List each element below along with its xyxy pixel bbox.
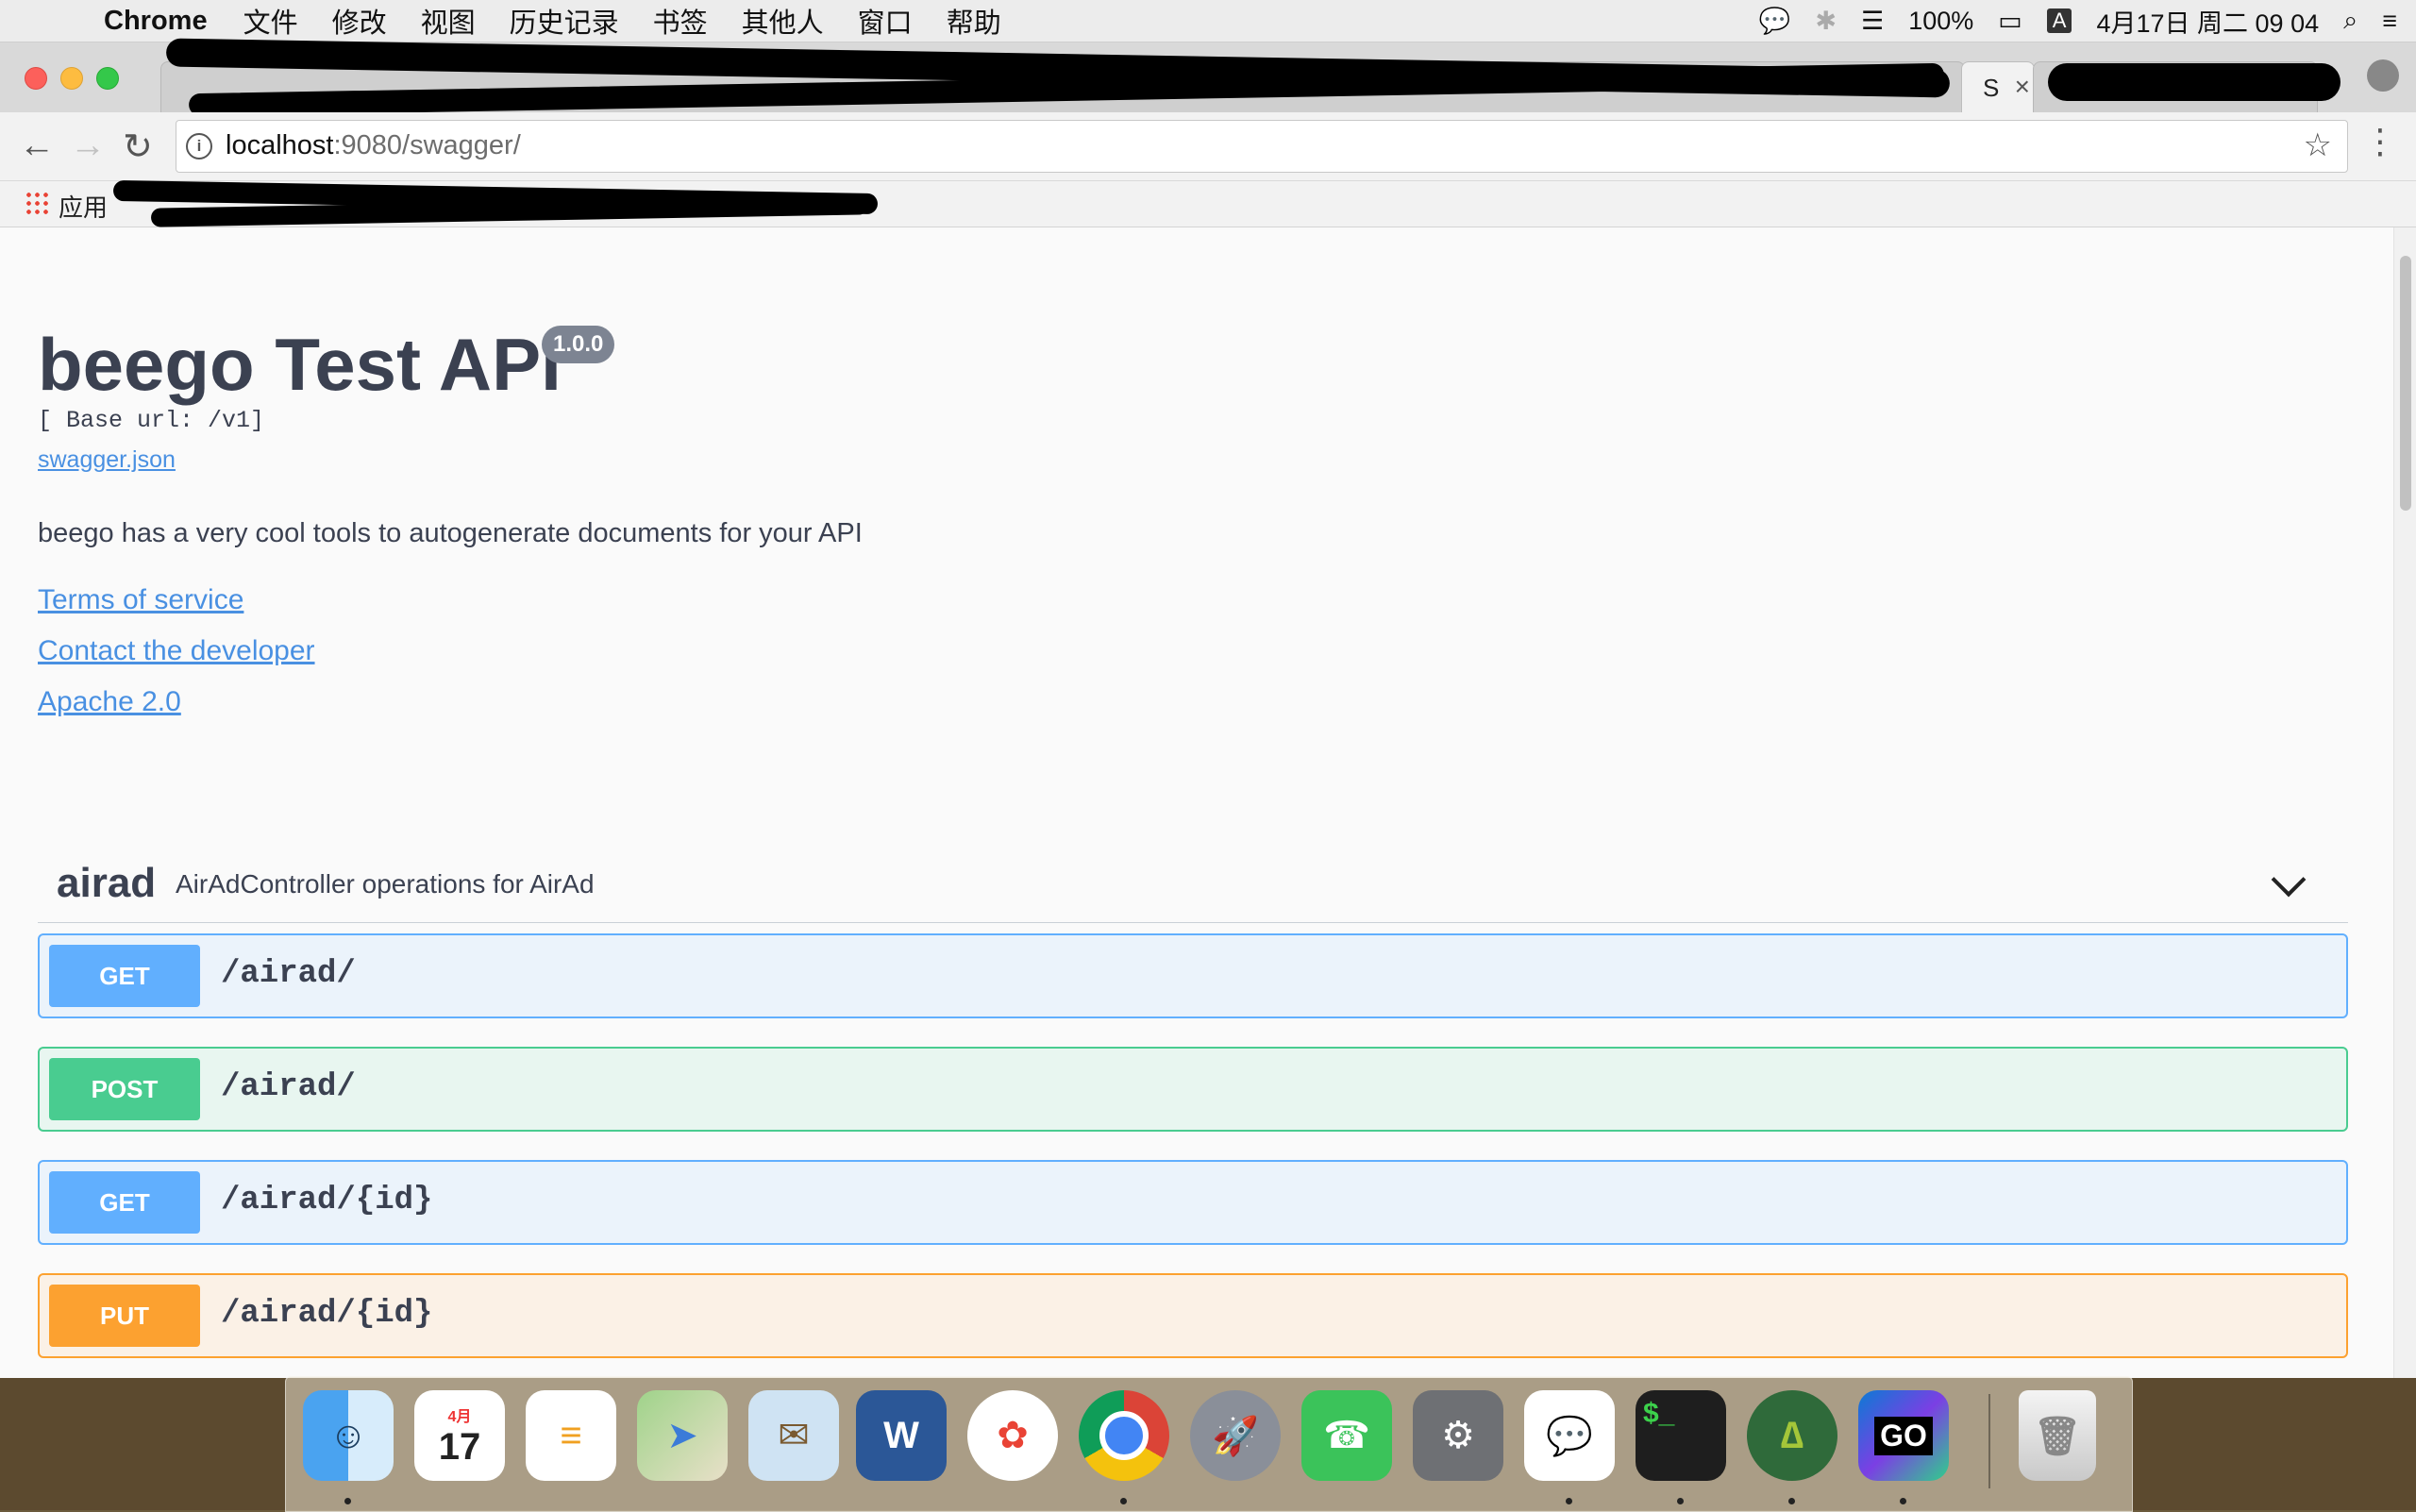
wechat-icon[interactable]: 💬 [1524,1390,1615,1481]
api-title: beego Test API [38,323,562,406]
redaction-scribble [2048,63,2340,101]
running-indicator [1120,1498,1127,1504]
spotlight-search-icon[interactable]: ⌕ [2343,6,2357,36]
base-url: [ Base url: /v1] [38,407,265,434]
operation-put-airad-id[interactable]: PUT /airad/{id} [38,1273,2348,1358]
browser-toolbar: ← → ↻ i localhost:9080/swagger/ ☆ ⋮ [0,112,2416,181]
menu-view[interactable]: 视图 [421,1,476,41]
status-area: 💬 ✱ ☰ 100% ▭ A 4月17日 周二 09 04 ⌕ ≡ [1759,0,2397,42]
terms-of-service-link[interactable]: Terms of service [38,584,243,616]
menu-file[interactable]: 文件 [243,1,298,41]
method-badge: PUT [49,1285,200,1347]
version-badge: 1.0.0 [542,326,615,363]
profile-avatar-icon[interactable] [2367,59,2399,92]
wifi-icon[interactable]: ☰ [1861,7,1884,36]
running-indicator [1788,1498,1795,1504]
menu-history[interactable]: 历史记录 [510,1,619,41]
terminal-prompt: $_ [1643,1398,1675,1429]
system-preferences-icon[interactable]: ⚙ [1413,1390,1503,1481]
word-icon[interactable]: W [856,1390,947,1481]
calendar-month: 4月 [447,1408,472,1425]
tag-name: airad [57,860,157,906]
android-studio-icon[interactable]: ∆ [1747,1390,1837,1481]
license-link[interactable]: Apache 2.0 [38,686,181,718]
chevron-down-icon[interactable] [2271,862,2307,898]
tab-active-swagger[interactable]: S × [1961,61,2035,113]
running-indicator [1677,1498,1684,1504]
reminders-icon[interactable]: ≡ [526,1390,616,1481]
goland-label: GO [1874,1416,1933,1455]
bluetooth-icon[interactable]: ✱ [1815,7,1837,36]
terminal-icon[interactable]: $_ [1636,1390,1726,1481]
notification-center-icon[interactable]: ≡ [2382,7,2397,36]
back-arrow-icon[interactable]: ← [19,126,55,166]
menu-bookmarks[interactable]: 书签 [653,1,708,41]
url-host: localhost [226,130,334,160]
window-zoom-button[interactable] [96,67,119,90]
apps-shortcut-label[interactable]: 应用 [59,189,108,224]
menu-people[interactable]: 其他人 [742,1,824,41]
chrome-icon-center [1099,1411,1149,1460]
running-indicator [1566,1498,1572,1504]
macos-dock: ☺ 4月 17 ≡ ➤ ✉ W ✿ 🚀 ☎ ⚙ 💬 $_ ∆ GO 🗑 [285,1376,2133,1512]
bookmarks-bar: 应用 [0,179,2416,227]
mail-icon[interactable]: ✉ [748,1390,839,1481]
scrollbar-thumb[interactable] [2400,256,2411,511]
window-close-button[interactable] [25,67,47,90]
running-indicator [344,1498,351,1504]
site-info-icon[interactable]: i [186,133,212,160]
clock[interactable]: 4月17日 周二 09 04 [2096,3,2319,40]
calendar-icon[interactable]: 4月 17 [414,1390,505,1481]
tag-section-header[interactable]: airad AirAdController operations for Air… [38,832,2348,923]
method-badge: GET [49,1171,200,1234]
battery-percent: 100% [1908,6,1974,35]
menu-help[interactable]: 帮助 [947,1,1001,41]
method-badge: GET [49,945,200,1007]
launchpad-icon[interactable]: 🚀 [1190,1390,1281,1481]
goland-icon[interactable]: GO [1858,1390,1949,1481]
forward-arrow-icon[interactable]: → [70,126,106,166]
url-path: :9080/swagger/ [333,130,521,160]
operation-get-airad[interactable]: GET /airad/ [38,933,2348,1018]
running-indicator [1900,1498,1906,1504]
method-badge: POST [49,1058,200,1120]
address-bar[interactable]: i localhost:9080/swagger/ ☆ [176,120,2348,173]
api-description: beego has a very cool tools to autogener… [38,518,863,548]
chrome-menu-icon[interactable]: ⋮ [2363,122,2397,161]
operation-path: /airad/ [221,956,356,992]
dock-separator [1988,1394,1990,1488]
operation-path: /airad/ [221,1069,356,1105]
wechat-status-icon[interactable]: 💬 [1759,6,1791,36]
contact-developer-link[interactable]: Contact the developer [38,635,315,667]
operation-path: /airad/{id} [221,1296,433,1332]
tag-description: AirAdController operations for AirAd [176,869,595,899]
swagger-json-link[interactable]: swagger.json [38,446,176,474]
macos-menu-bar: Chrome 文件 修改 视图 历史记录 书签 其他人 窗口 帮助 💬 ✱ ☰ … [0,0,2416,42]
bookmark-star-icon[interactable]: ☆ [2304,126,2332,164]
page-scrollbar[interactable] [2393,227,2416,1378]
operation-get-airad-id[interactable]: GET /airad/{id} [38,1160,2348,1245]
apps-grid-icon[interactable] [25,191,51,217]
finder-icon[interactable]: ☺ [303,1390,394,1481]
menu-app-name[interactable]: Chrome [104,6,208,37]
facetime-icon[interactable]: ☎ [1301,1390,1392,1481]
menu-edit[interactable]: 修改 [332,1,387,41]
url-text[interactable]: localhost:9080/swagger/ [226,130,521,161]
operation-post-airad[interactable]: POST /airad/ [38,1047,2348,1132]
photos-icon[interactable]: ✿ [967,1390,1058,1481]
chrome-icon[interactable] [1079,1390,1169,1481]
input-source-indicator[interactable]: A [2046,8,2072,33]
maps-icon[interactable]: ➤ [637,1390,728,1481]
operation-path: /airad/{id} [221,1183,433,1218]
trash-icon[interactable]: 🗑 [2019,1390,2096,1481]
calendar-day: 17 [438,1425,481,1468]
menu-window[interactable]: 窗口 [858,1,913,41]
window-minimize-button[interactable] [60,67,83,90]
swagger-ui-page: beego Test API 1.0.0 [ Base url: /v1] sw… [0,227,2393,1378]
tab-strip: S × [0,38,2416,117]
tab-title: S [1983,74,2000,102]
battery-icon[interactable]: ▭ [1998,7,2022,36]
reload-icon[interactable]: ↻ [123,126,153,168]
tab-close-icon[interactable]: × [2015,72,2030,102]
